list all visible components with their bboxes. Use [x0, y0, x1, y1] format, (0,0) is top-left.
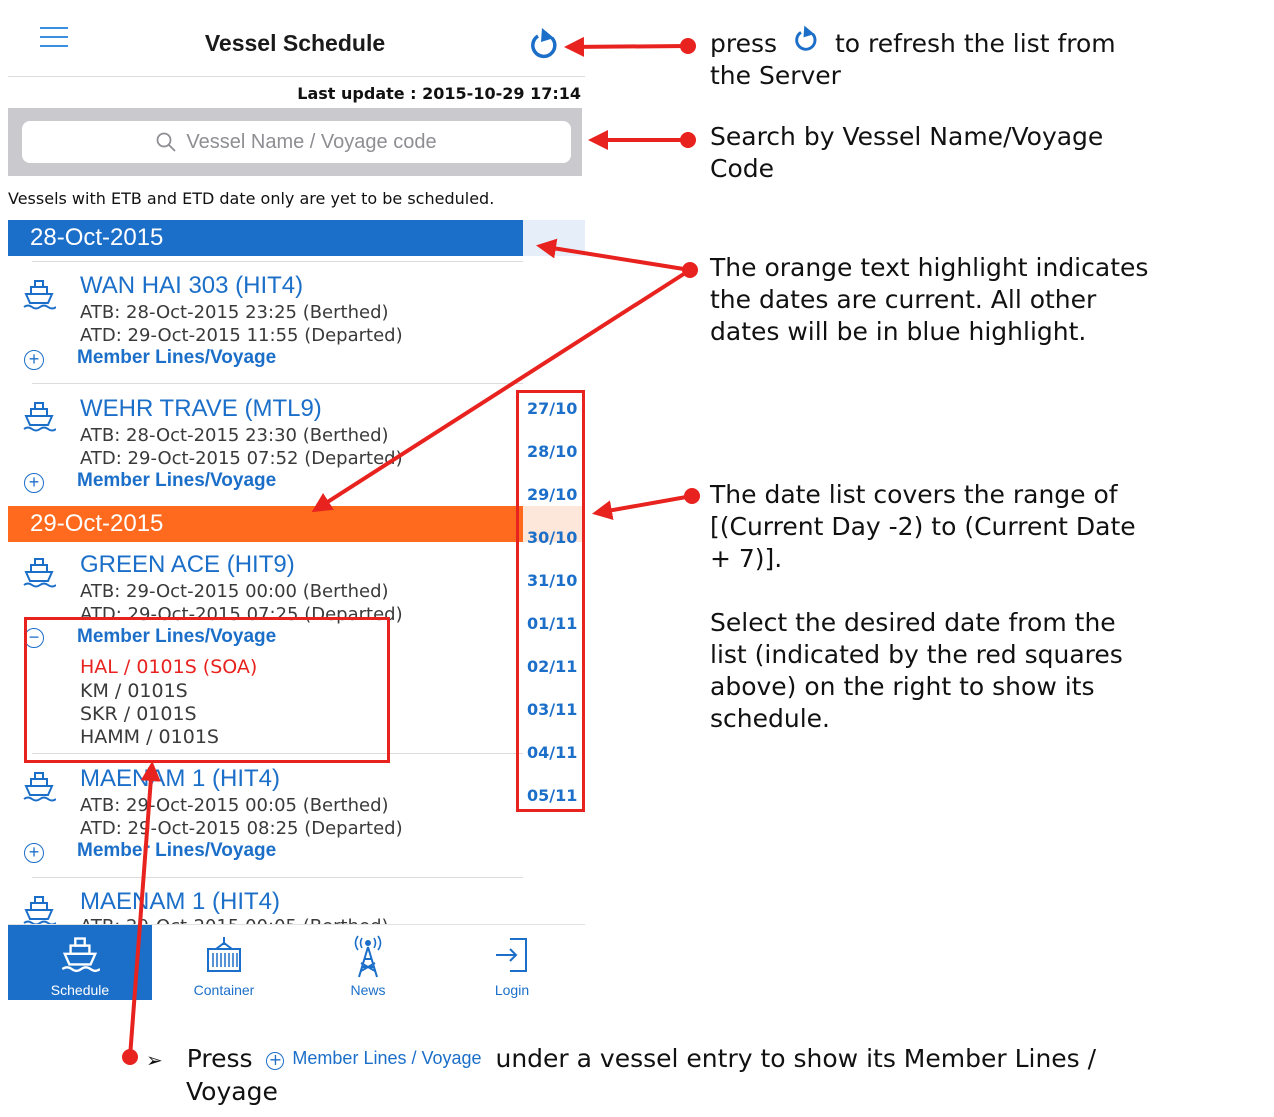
- search-annotation: Search by Vessel Name/Voyage Code: [710, 121, 1270, 185]
- annotation-text: under a vessel entry to show its Member …: [495, 1044, 1097, 1073]
- annotation-text: above) on the right to show its: [710, 672, 1095, 701]
- date-list-annotation: The date list covers the range of [(Curr…: [710, 479, 1270, 735]
- annotation-text: Search by Vessel Name/Voyage: [710, 122, 1104, 151]
- plus-circle-icon: +: [266, 1052, 285, 1070]
- annotation-text: Code: [710, 154, 775, 183]
- member-annotation: ➢ Press + Member Lines / Voyage under a …: [146, 1042, 1272, 1108]
- annotation-text: Select the desired date from the: [710, 608, 1116, 637]
- highlight-annotation: The orange text highlight indicates the …: [710, 252, 1270, 348]
- annotation-text: list (indicated by the red squares: [710, 640, 1123, 669]
- annotation-text: Voyage: [186, 1077, 278, 1106]
- annotation-text: to refresh the list from: [834, 29, 1116, 58]
- annotation-text: The orange text highlight indicates: [710, 253, 1149, 282]
- annotation-text: the dates are current. All other: [710, 285, 1097, 314]
- annotation-text: schedule.: [710, 704, 830, 733]
- member-lines-inline-label: Member Lines / Voyage: [292, 1048, 482, 1068]
- refresh-icon: [795, 25, 817, 51]
- annotation-text: dates will be in blue highlight.: [710, 317, 1087, 346]
- annotation-text: [(Current Day -2) to (Current Date: [710, 512, 1136, 541]
- annotation-text: Press: [186, 1044, 253, 1073]
- annotation-text: press: [710, 29, 778, 58]
- annotation-text: the Server: [710, 61, 841, 90]
- bullet-icon: ➢: [146, 1048, 163, 1072]
- annotation-text: The date list covers the range of: [710, 480, 1118, 509]
- annotation-text: + 7)].: [710, 544, 783, 573]
- refresh-annotation: press to refresh the list from the Serve…: [710, 24, 1270, 92]
